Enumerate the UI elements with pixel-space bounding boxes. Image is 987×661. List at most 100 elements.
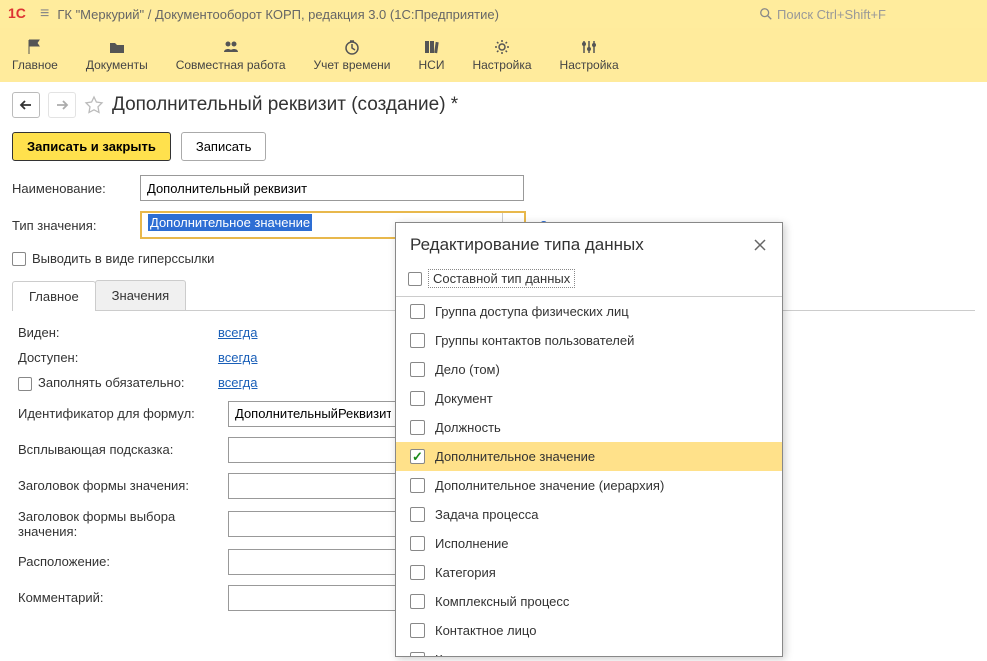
- toolbar-item-settings2[interactable]: Настройка: [560, 38, 619, 72]
- list-item-label: Документ: [435, 391, 493, 406]
- list-item-label: Задача процесса: [435, 507, 539, 522]
- arrow-left-icon: [19, 99, 33, 111]
- type-list[interactable]: Группа доступа физических лиц Группы конт…: [396, 296, 782, 656]
- list-item[interactable]: Документ: [396, 384, 782, 413]
- logo-1c: 1С: [8, 5, 32, 23]
- checkbox-icon[interactable]: [410, 420, 425, 435]
- nav-forward-button[interactable]: [48, 92, 76, 118]
- value-form-title-label: Заголовок формы значения:: [18, 478, 228, 493]
- list-item-label: Категория: [435, 565, 496, 580]
- tooltip-input[interactable]: [228, 437, 398, 463]
- search-box[interactable]: Поиск Ctrl+Shift+F: [759, 7, 979, 22]
- toolbar-item-nsi[interactable]: НСИ: [419, 38, 445, 72]
- required-checkbox[interactable]: [18, 377, 32, 391]
- checkbox-icon[interactable]: [410, 652, 425, 656]
- list-item[interactable]: Дополнительное значение (иерархия): [396, 471, 782, 500]
- compound-type-checkbox[interactable]: [408, 272, 422, 286]
- list-item[interactable]: Исполнение: [396, 529, 782, 558]
- toolbar-label: Совместная работа: [176, 58, 286, 72]
- list-item-label: Контактное лицо: [435, 623, 536, 638]
- name-input[interactable]: [140, 175, 524, 201]
- list-item[interactable]: Комплексный процесс: [396, 587, 782, 616]
- list-item-label: Должность: [435, 420, 501, 435]
- name-label: Наименование:: [12, 181, 132, 196]
- save-button[interactable]: Записать: [181, 132, 267, 161]
- formula-id-label: Идентификатор для формул:: [18, 406, 228, 421]
- placement-input[interactable]: [228, 549, 398, 575]
- hamburger-icon[interactable]: ≡: [40, 5, 49, 23]
- close-icon[interactable]: [752, 237, 768, 253]
- nav-back-button[interactable]: [12, 92, 40, 118]
- sliders-icon: [580, 38, 598, 56]
- search-icon: [759, 7, 773, 21]
- toolbar-item-documents[interactable]: Документы: [86, 38, 148, 72]
- hyperlink-label: Выводить в виде гиперссылки: [32, 251, 214, 266]
- hyperlink-checkbox[interactable]: [12, 252, 26, 266]
- checkbox-icon[interactable]: [410, 391, 425, 406]
- list-item-label: Исполнение: [435, 536, 509, 551]
- window-title: ГК "Меркурий" / Документооборот КОРП, ре…: [57, 7, 751, 22]
- search-placeholder: Поиск Ctrl+Shift+F: [777, 7, 886, 22]
- arrow-right-icon: [55, 99, 69, 111]
- save-close-button[interactable]: Записать и закрыть: [12, 132, 171, 161]
- people-icon: [222, 38, 240, 56]
- list-item[interactable]: Группа доступа физических лиц: [396, 297, 782, 326]
- list-item-label: Группа доступа физических лиц: [435, 304, 629, 319]
- list-item[interactable]: Дополнительное значение: [396, 442, 782, 471]
- page-header: Дополнительный реквизит (создание) *: [0, 82, 987, 128]
- formula-id-input[interactable]: [228, 401, 398, 427]
- list-item-label: Группы контактов пользователей: [435, 333, 634, 348]
- checkbox-icon[interactable]: [410, 594, 425, 609]
- required-link[interactable]: всегда: [218, 375, 257, 390]
- flag-icon: [26, 38, 44, 56]
- type-editor-popup: Редактирование типа данных Составной тип…: [395, 222, 783, 657]
- list-item-label: Комплексный процесс: [435, 594, 569, 609]
- list-item[interactable]: Задача процесса: [396, 500, 782, 529]
- visible-link[interactable]: всегда: [218, 325, 257, 340]
- checkbox-icon[interactable]: [410, 333, 425, 348]
- choice-form-title-input[interactable]: [228, 511, 398, 537]
- list-item[interactable]: Категория: [396, 558, 782, 587]
- toolbar-item-collab[interactable]: Совместная работа: [176, 38, 286, 72]
- main-toolbar: Главное Документы Совместная работа Учет…: [0, 28, 987, 82]
- list-item-label: Дело (том): [435, 362, 500, 377]
- toolbar-label: Учет времени: [314, 58, 391, 72]
- checkbox-icon[interactable]: [410, 507, 425, 522]
- toolbar-item-settings1[interactable]: Настройка: [472, 38, 531, 72]
- list-item-label: Контрагент: [435, 652, 502, 656]
- checkbox-icon[interactable]: [410, 536, 425, 551]
- folder-icon: [108, 38, 126, 56]
- page-title: Дополнительный реквизит (создание) *: [112, 94, 458, 116]
- tooltip-label: Всплывающая подсказка:: [18, 442, 228, 457]
- checkbox-icon[interactable]: [410, 478, 425, 493]
- gear-icon: [493, 38, 511, 56]
- checkbox-icon[interactable]: [410, 449, 425, 464]
- toolbar-label: Документы: [86, 58, 148, 72]
- comment-input[interactable]: [228, 585, 398, 611]
- tab-values[interactable]: Значения: [95, 280, 186, 310]
- available-link[interactable]: всегда: [218, 350, 257, 365]
- list-item[interactable]: Должность: [396, 413, 782, 442]
- checkbox-icon[interactable]: [410, 565, 425, 580]
- checkbox-icon[interactable]: [410, 362, 425, 377]
- toolbar-label: НСИ: [419, 58, 445, 72]
- toolbar-label: Главное: [12, 58, 58, 72]
- toolbar-item-time[interactable]: Учет времени: [314, 38, 391, 72]
- list-item[interactable]: Группы контактов пользователей: [396, 326, 782, 355]
- clock-icon: [343, 38, 361, 56]
- list-item-label: Дополнительное значение: [435, 449, 595, 464]
- favorite-star-icon[interactable]: [84, 95, 104, 115]
- books-icon: [422, 38, 440, 56]
- checkbox-icon[interactable]: [410, 304, 425, 319]
- available-label: Доступен:: [18, 350, 218, 365]
- list-item[interactable]: Контактное лицо: [396, 616, 782, 645]
- title-bar: 1С ≡ ГК "Меркурий" / Документооборот КОР…: [0, 0, 987, 28]
- toolbar-item-main[interactable]: Главное: [12, 38, 58, 72]
- tab-main[interactable]: Главное: [12, 281, 96, 311]
- choice-form-title-label: Заголовок формы выбора значения:: [18, 509, 228, 539]
- value-form-title-input[interactable]: [228, 473, 398, 499]
- list-item[interactable]: Контрагент: [396, 645, 782, 656]
- checkbox-icon[interactable]: [410, 623, 425, 638]
- list-item[interactable]: Дело (том): [396, 355, 782, 384]
- toolbar-label: Настройка: [472, 58, 531, 72]
